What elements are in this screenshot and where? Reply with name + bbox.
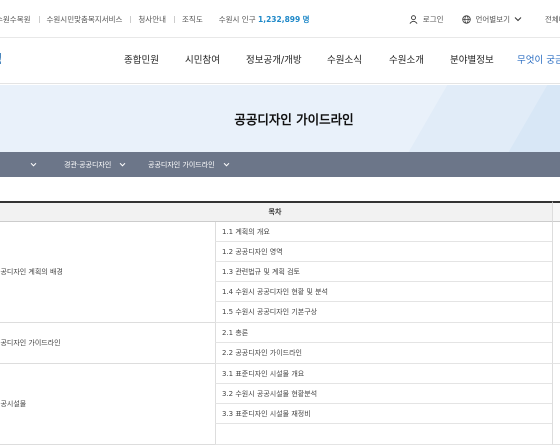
table-category: 공공시설물 <box>0 364 215 445</box>
utility-bar: 수원수목원 수원시민맞춤복지서비스 청사안내 조직도 수원시 인구 1,232,… <box>0 0 560 38</box>
population-label: 수원시 인구 <box>218 14 256 24</box>
login-label: 로그인 <box>422 14 444 24</box>
utility-link-welfare[interactable]: 수원시민맞춤복지서비스 <box>38 14 131 25</box>
table-row[interactable]: 3.3 표준디자인 시설물 재정비 <box>215 404 552 424</box>
main-navigation: ! 종합민원 시민참여 정보공개/개방 수원소식 수원소개 분야별정보 무엇이 … <box>0 38 560 84</box>
table-cell <box>552 222 560 323</box>
population-value: 1,232,899 <box>258 14 301 24</box>
table-category: 공공디자인 계획의 배경 <box>0 222 215 323</box>
nav-item-suwon-intro[interactable]: 수원소개 <box>389 38 424 84</box>
breadcrumb-level-1[interactable] <box>30 152 37 177</box>
table-row[interactable]: 1.4 수원시 공공디자인 현황 및 분석 <box>215 282 552 302</box>
utility-link-cityhall[interactable]: 청사안내 <box>130 14 174 25</box>
population-display: 수원시 인구 1,232,899 명 <box>211 14 310 25</box>
chevron-down-icon <box>119 162 126 167</box>
language-button[interactable]: 언어별보기 <box>461 14 528 25</box>
sitemap-button[interactable]: 전체메뉴 <box>545 14 560 25</box>
utility-links: 수원수목원 수원시민맞춤복지서비스 청사안내 조직도 수원시 인구 1,232,… <box>0 0 310 38</box>
user-icon <box>409 14 418 24</box>
category-label: 공공디자인 계획의 배경 <box>0 268 63 276</box>
table-row[interactable]: 1.3 관련법규 및 계획 검토 <box>215 262 552 282</box>
nav-item-citizen-participation[interactable]: 시민참여 <box>185 38 220 84</box>
utility-actions: 로그인 언어별보기 전체메뉴 <box>391 0 560 38</box>
utility-link-arboretum[interactable]: 수원수목원 <box>0 14 39 25</box>
chevron-down-icon <box>223 162 229 167</box>
language-label: 언어별보기 <box>475 14 511 24</box>
category-label: 공공시설물 <box>0 400 27 408</box>
category-label: 공공디자인 가이드라인 <box>0 339 61 347</box>
table-category: 공공디자인 가이드라인 <box>0 323 215 364</box>
table-header: 목차 <box>0 201 552 222</box>
chevron-down-icon <box>30 162 37 167</box>
nav-item-field-info[interactable]: 분야별정보 <box>450 38 494 84</box>
table-row[interactable]: 3.1 표준디자인 시설물 개요 <box>215 364 552 384</box>
table-cell <box>552 364 560 445</box>
population-unit: 명 <box>302 14 310 24</box>
chevron-down-icon <box>514 17 522 22</box>
table-row[interactable]: 2.1 총론 <box>215 323 552 343</box>
breadcrumb-level-3-label: 공공디자인 가이드라인 <box>148 160 215 169</box>
globe-icon <box>461 14 471 24</box>
table-row <box>215 424 552 445</box>
nav-item-suwon-news[interactable]: 수원소식 <box>327 38 362 84</box>
table-row[interactable]: 1.5 수원시 공공디자인 기본구상 <box>215 302 552 323</box>
table-row[interactable]: 1.2 공공디자인 영역 <box>215 242 552 262</box>
page-title: 공공디자인 가이드라인 <box>234 112 354 127</box>
table-cell <box>552 323 560 364</box>
breadcrumb-level-3[interactable]: 공공디자인 가이드라인 <box>148 152 230 177</box>
sitemap-label: 전체메뉴 <box>545 14 560 24</box>
table-row[interactable]: 3.2 수원시 공공시설물 현황분석 <box>215 384 552 404</box>
site-logo[interactable]: ! <box>0 50 3 68</box>
login-button[interactable]: 로그인 <box>409 14 444 25</box>
nav-item-civil-service[interactable]: 종합민원 <box>124 38 159 84</box>
table-row[interactable]: 2.2 공공디자인 가이드라인 <box>215 343 552 364</box>
breadcrumb-level-2[interactable]: 경관·공공디자인 <box>64 152 126 177</box>
table-row[interactable]: 1.1 계획의 개요 <box>215 222 552 242</box>
breadcrumb-level-2-label: 경관·공공디자인 <box>64 160 112 169</box>
utility-link-org-chart[interactable]: 조직도 <box>174 14 211 25</box>
page-hero: 공공디자인 가이드라인 <box>0 85 560 152</box>
table-header-cell <box>552 201 560 222</box>
nav-item-information-disclosure[interactable]: 정보공개/개방 <box>246 38 302 84</box>
nav-item-faq[interactable]: 무엇이 궁금해 <box>517 38 560 84</box>
breadcrumb: 경관·공공디자인 공공디자인 가이드라인 <box>0 152 560 177</box>
